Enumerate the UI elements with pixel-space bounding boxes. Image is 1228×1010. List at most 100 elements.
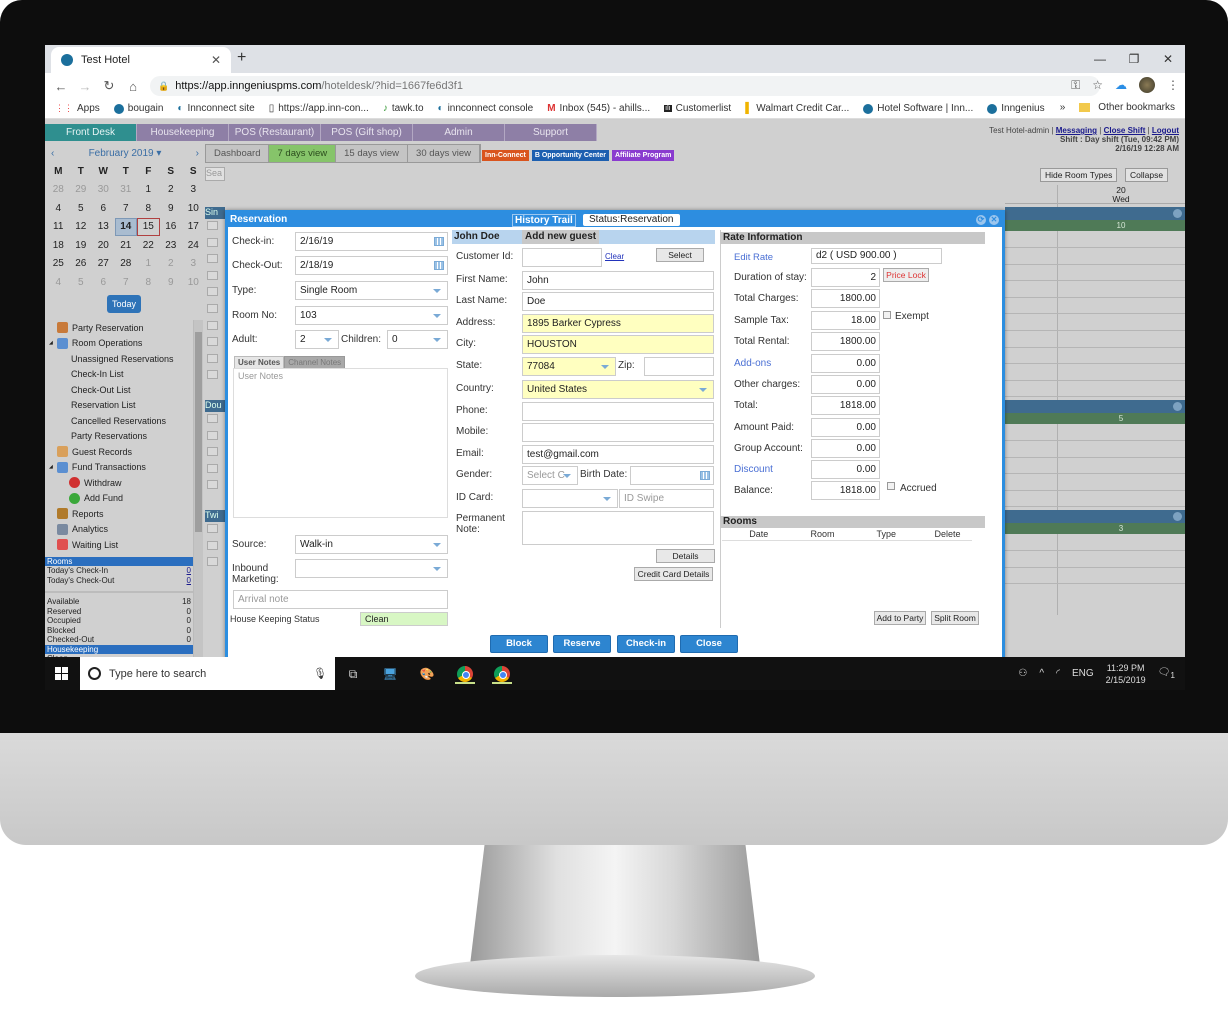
children-select[interactable]: 0 [387,330,448,349]
edit-rate-link[interactable]: Edit Rate [734,252,773,263]
room-row-checkbox[interactable] [207,463,218,473]
discount-input[interactable]: 0.00 [811,460,880,479]
calendar-day[interactable]: 1 [137,181,160,200]
checkout-date-input[interactable]: 2/18/19 [295,256,448,275]
calendar-day[interactable]: 18 [47,236,70,255]
close-icon[interactable]: ✕ [989,215,999,225]
discount-link[interactable]: Discount [734,464,773,475]
computer-app-icon[interactable]: 🖥 [380,664,400,684]
other-input[interactable]: 0.00 [811,375,880,394]
clock[interactable]: 11:29 PM 2/15/2019 [1106,662,1146,686]
bookmark-hotel-software[interactable]: Hotel Software | Inn... [863,103,973,114]
inbound-marketing-select[interactable] [295,559,448,578]
calendar-day[interactable]: 15 [137,217,160,236]
close-tab-icon[interactable]: ✕ [211,53,221,67]
cloud-icon[interactable]: ☁ [1115,78,1127,92]
nav-front-desk[interactable]: Front Desk [45,124,137,141]
sidebar-item-check-in-list[interactable]: Check-In List [45,367,193,383]
sidebar-scrollbar[interactable] [193,320,203,657]
calendar-day[interactable]: 25 [47,255,70,274]
month-selector[interactable]: February 2019 ▾ [89,148,162,159]
language-indicator[interactable]: ENG [1072,668,1094,679]
calendar-day[interactable]: 16 [160,218,183,237]
calendar-day[interactable]: 31 [115,181,138,200]
scroll-thumb[interactable] [195,332,202,532]
arrival-note-input[interactable]: Arrival note [233,590,448,609]
logout-link[interactable]: Logout [1152,126,1179,135]
room-row-checkbox[interactable] [207,287,218,297]
room-row-checkbox[interactable] [207,270,218,280]
calendar-day[interactable]: 20 [92,236,115,255]
forward-icon[interactable]: → [73,79,97,94]
checkin-date-input[interactable]: 2/16/19 [295,232,448,251]
email-input[interactable]: test@gmail.com [522,445,714,464]
calendar-day[interactable]: 8 [137,199,160,218]
expand-arrow-icon[interactable]: ◢ [49,464,53,470]
city-input[interactable]: HOUSTON [522,335,714,354]
split-room-button[interactable]: Split Room [931,611,979,625]
room-row-checkbox[interactable] [207,557,218,567]
hide-room-types-button[interactable]: Hide Room Types [1040,168,1118,182]
room-row-checkbox[interactable] [207,254,218,264]
first-name-input[interactable]: John [522,271,714,290]
add-to-party-button[interactable]: Add to Party [874,611,926,625]
people-icon[interactable]: ⚇ [1018,668,1027,679]
birth-date-input[interactable] [630,466,714,485]
bookmark-customerlist[interactable]: ılı Customerlist [664,103,731,114]
room-row-checkbox[interactable] [207,304,218,313]
nav-support[interactable]: Support [505,124,597,141]
address-input[interactable]: 1895 Barker Cypress [522,314,714,333]
task-view-icon[interactable]: ⧉ [343,664,363,684]
settings-icon[interactable] [1173,512,1182,521]
sidebar-item-guest-records[interactable]: Guest Records [45,444,193,460]
room-row-checkbox[interactable] [207,414,218,423]
calendar-day[interactable]: 26 [70,255,93,274]
sidebar-item-cancelled-reservations[interactable]: Cancelled Reservations [45,413,193,429]
calendar-day[interactable]: 17 [182,218,205,237]
room-row-checkbox[interactable] [207,540,218,550]
mobile-input[interactable] [522,423,714,442]
room-row-checkbox[interactable] [207,524,218,533]
calendar-day[interactable]: 29 [70,181,93,200]
back-icon[interactable]: ← [49,79,73,94]
show-hidden-icons[interactable]: ^ [1039,668,1044,679]
calendar-day[interactable]: 28 [115,255,138,274]
close-shift-link[interactable]: Close Shift [1104,126,1146,135]
menu-icon[interactable]: ⋮ [1167,78,1179,92]
bookmark-inbox[interactable]: M Inbox (545) - ahills... [547,103,650,114]
room-type-select[interactable]: Single Room [295,281,448,300]
sidebar-item-room-operations[interactable]: ◢ Room Operations [45,336,193,352]
adult-select[interactable]: 2 [295,330,339,349]
new-tab-button[interactable]: + [237,49,246,67]
microphone-icon[interactable]: 🎙 [313,667,327,680]
sidebar-item-check-out-list[interactable]: Check-Out List [45,382,193,398]
calendar-day[interactable]: 7 [115,199,138,218]
nav-admin[interactable]: Admin [413,124,505,141]
calendar-day[interactable]: 10 [182,273,205,292]
promo-badge[interactable]: Affiliate Program [612,150,675,161]
other-bookmarks[interactable]: Other bookmarks [1079,102,1175,113]
calendar-day[interactable]: 8 [137,273,160,292]
bookmark-inngenius[interactable]: Inngenius [987,103,1045,114]
details-button[interactable]: Details [656,549,715,563]
balance-input[interactable]: 1818.00 [811,481,880,500]
calendar-day[interactable]: 3 [182,181,205,200]
calendar-day[interactable]: 11 [47,218,70,237]
bookmark-walmart[interactable]: ▌ Walmart Credit Car... [745,103,849,114]
profile-avatar[interactable] [1139,77,1155,93]
room-row-checkbox[interactable] [207,447,218,457]
calendar-day[interactable]: 2 [160,181,183,200]
total-rental-input[interactable]: 1800.00 [811,332,880,351]
calendar-day[interactable]: 2 [160,255,183,274]
calendar-day[interactable]: 28 [47,181,70,200]
history-trail-button[interactable]: History Trail [512,214,576,227]
windows-start-icon[interactable] [55,667,68,680]
close-button[interactable]: Close [680,635,738,653]
credit-card-details-button[interactable]: Credit Card Details [634,567,713,581]
country-select[interactable]: United States [522,380,714,399]
phone-input[interactable] [522,402,714,421]
calendar-day[interactable]: 12 [70,218,93,237]
price-lock-button[interactable]: Price Lock [883,268,929,282]
gender-select[interactable]: Select C [522,466,578,485]
settings-icon[interactable] [1173,209,1182,218]
